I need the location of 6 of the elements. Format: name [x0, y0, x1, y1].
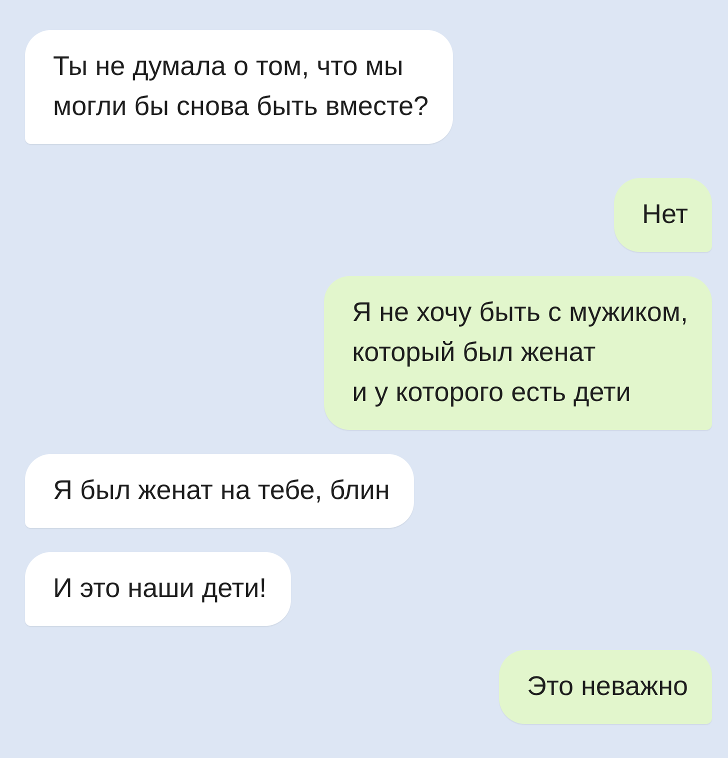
received-message: Ты не думала о том, что мы могли бы снова быть вместе?: [25, 30, 453, 144]
sent-message: Нет: [614, 178, 712, 252]
received-message: И это наши дети!: [25, 552, 291, 626]
received-message: Я был женат на тебе, блин: [25, 454, 414, 528]
sent-message: Я не хочу быть с мужиком, который был женат и у которого есть дети: [324, 276, 712, 430]
sent-message: Это неважно: [499, 650, 712, 724]
